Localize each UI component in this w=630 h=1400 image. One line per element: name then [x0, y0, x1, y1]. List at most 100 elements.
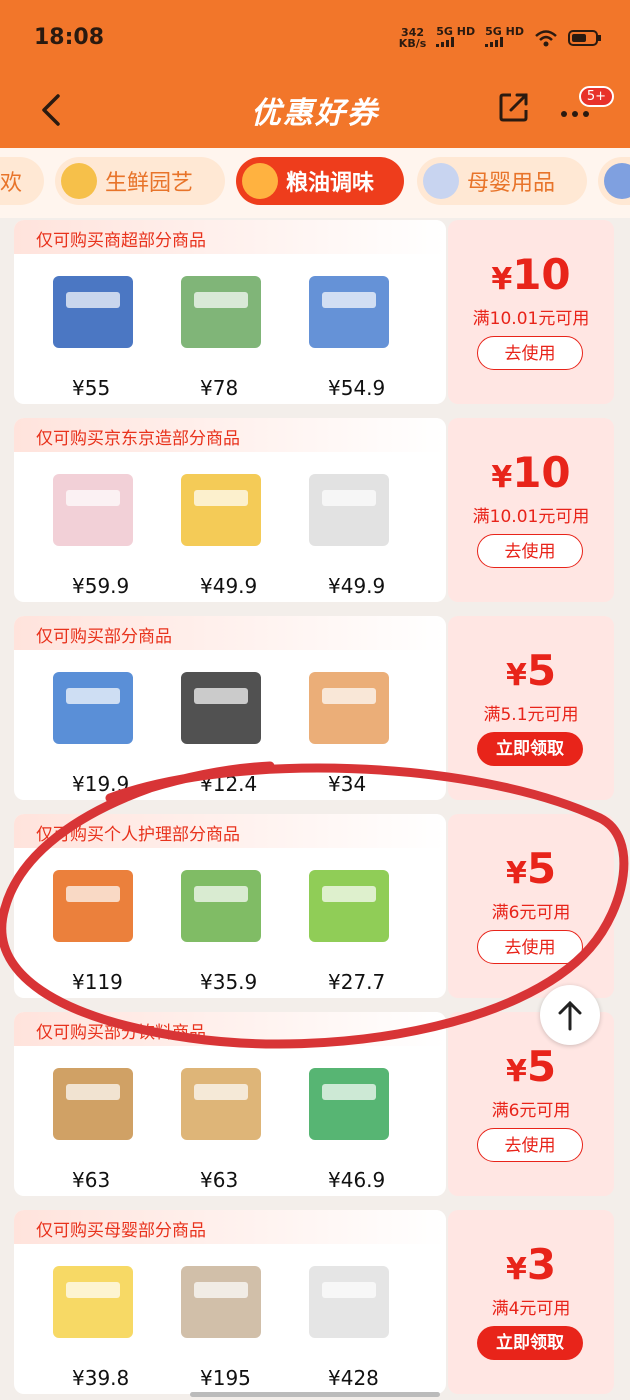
product-thumbnail-icon [53, 1068, 133, 1140]
battery-icon [568, 29, 601, 46]
product-image[interactable] [166, 1248, 276, 1348]
coupon-condition: 满6元可用 [491, 1101, 571, 1121]
product-image[interactable] [166, 258, 276, 358]
product-image[interactable] [294, 654, 404, 754]
product-image[interactable] [38, 1050, 148, 1150]
product-image[interactable] [38, 852, 148, 952]
tab-fresh[interactable]: 生鲜园艺 [55, 157, 225, 205]
tab-label: 生鲜园艺 [105, 171, 194, 196]
product-price: ¥195 [200, 1366, 251, 1390]
coupon-amount-value: 5 [526, 1042, 557, 1091]
product-thumbnail-icon [181, 870, 261, 942]
product-image[interactable] [166, 852, 276, 952]
coupon-value-panel: ¥5 满5.1元可用立即领取 [448, 616, 614, 800]
coupon-action-button[interactable]: 去使用 [477, 534, 583, 568]
product-price: ¥19.9 [72, 772, 130, 796]
tab-grain-oil[interactable]: 粮油调味 [236, 157, 404, 205]
product-price: ¥428 [328, 1366, 379, 1390]
network-speed-unit: KB/s [398, 36, 427, 50]
category-tabs: 欢 生鲜园艺 粮油调味 母婴用品 [0, 148, 630, 218]
product-price: ¥27.7 [328, 970, 386, 994]
product-price: ¥35.9 [200, 970, 258, 994]
tab-next[interactable] [598, 157, 630, 205]
coupon-amount-value: 3 [526, 1240, 557, 1289]
coupon-currency: ¥ [505, 856, 527, 891]
coupon-condition: 满6元可用 [491, 903, 571, 923]
product-thumbnail-icon [181, 1266, 261, 1338]
coupon-condition: 满5.1元可用 [483, 705, 579, 725]
page-title: 优惠好券 [251, 96, 379, 131]
wifi-icon [535, 29, 557, 46]
coupon-action-button[interactable]: 去使用 [477, 930, 583, 964]
signal-icon [436, 37, 455, 47]
product-image[interactable] [294, 1050, 404, 1150]
product-price: ¥119 [72, 970, 123, 994]
product-price: ¥34 [328, 772, 367, 796]
tab-label: 母婴用品 [467, 171, 556, 196]
coupon-action-button[interactable]: 立即领取 [477, 732, 583, 766]
coupon-action-button[interactable]: 去使用 [477, 336, 583, 370]
coupon-amount: ¥5 [448, 1042, 614, 1091]
tab-baby-icon [423, 163, 459, 199]
tab-fresh-icon [61, 163, 97, 199]
product-price: ¥78 [200, 376, 239, 400]
product-thumbnail-icon [181, 276, 261, 348]
coupon-scope: 仅可购买商超部分商品 [36, 231, 206, 251]
product-image[interactable] [294, 852, 404, 952]
coupon-amount: ¥10 [448, 448, 614, 497]
network-label-1: 5G HD [436, 25, 476, 38]
coupon-value-panel: ¥10 满10.01元可用 去使用 [448, 220, 614, 404]
product-image[interactable] [38, 1248, 148, 1348]
tab-next-icon [604, 163, 630, 199]
coupon-currency: ¥ [491, 460, 513, 495]
network-label-2: 5G HD [485, 25, 524, 38]
product-price: ¥59.9 [72, 574, 130, 598]
coupon-product-card[interactable]: 仅可购买京东京造部分商品 ¥59.9 ¥49.9 ¥49.9 [14, 418, 446, 602]
tab-baby[interactable]: 母婴用品 [417, 157, 587, 205]
product-thumbnail-icon [53, 276, 133, 348]
coupon-product-card[interactable]: 仅可购买母婴部分商品 ¥39.8 ¥195 ¥428 [14, 1210, 446, 1394]
product-thumbnail-icon [53, 474, 133, 546]
product-image[interactable] [38, 258, 148, 358]
coupon-amount: ¥5 [448, 646, 614, 695]
product-thumbnail-icon [309, 870, 389, 942]
coupon-condition: 满4元可用 [491, 1299, 571, 1319]
product-image[interactable] [294, 258, 404, 358]
product-image[interactable] [294, 456, 404, 556]
coupon-product-card[interactable]: 仅可购买个人护理部分商品 ¥119 ¥35.9 ¥27.7 [14, 814, 446, 998]
coupon-action-button[interactable]: 立即领取 [477, 1326, 583, 1360]
more-button[interactable]: 5+ [558, 86, 614, 128]
product-price: ¥49.9 [328, 574, 386, 598]
product-image[interactable] [166, 654, 276, 754]
coupon-scope: 仅可购买京东京造部分商品 [36, 429, 240, 449]
tab-previous[interactable]: 欢 [0, 157, 44, 205]
status-icons: 342 KB/s 5G HD 5G HD [399, 26, 602, 49]
product-image[interactable] [38, 456, 148, 556]
product-thumbnail-icon [309, 1068, 389, 1140]
product-image[interactable] [38, 654, 148, 754]
coupon-scope: 仅可购买部分商品 [36, 627, 172, 647]
product-image[interactable] [294, 1248, 404, 1348]
product-price: ¥55 [72, 376, 111, 400]
coupon-currency: ¥ [491, 262, 513, 297]
coupon-amount-value: 10 [512, 448, 571, 497]
home-indicator [190, 1392, 440, 1397]
coupon-action-button[interactable]: 去使用 [477, 1128, 583, 1162]
product-image[interactable] [166, 1050, 276, 1150]
coupon-amount-value: 5 [526, 844, 557, 893]
top-bar: 优惠好券 5+ [0, 78, 630, 148]
product-image[interactable] [166, 456, 276, 556]
coupon-scope: 仅可购买个人护理部分商品 [36, 825, 240, 845]
product-thumbnail-icon [309, 276, 389, 348]
coupon-product-card[interactable]: 仅可购买部分饮料商品 ¥63 ¥63 ¥46.9 [14, 1012, 446, 1196]
tab-label: 粮油调味 [286, 171, 375, 196]
coupon-product-card[interactable]: 仅可购买部分商品 ¥19.9 ¥12.4 ¥34 [14, 616, 446, 800]
product-thumbnail-icon [53, 1266, 133, 1338]
coupon-product-card[interactable]: 仅可购买商超部分商品 ¥55 ¥78 ¥54.9 [14, 220, 446, 404]
share-icon[interactable] [497, 90, 531, 124]
product-price: ¥46.9 [328, 1168, 386, 1192]
product-thumbnail-icon [309, 672, 389, 744]
product-thumbnail-icon [181, 474, 261, 546]
coupon-currency: ¥ [505, 1054, 527, 1089]
scroll-to-top-button[interactable] [540, 985, 600, 1045]
